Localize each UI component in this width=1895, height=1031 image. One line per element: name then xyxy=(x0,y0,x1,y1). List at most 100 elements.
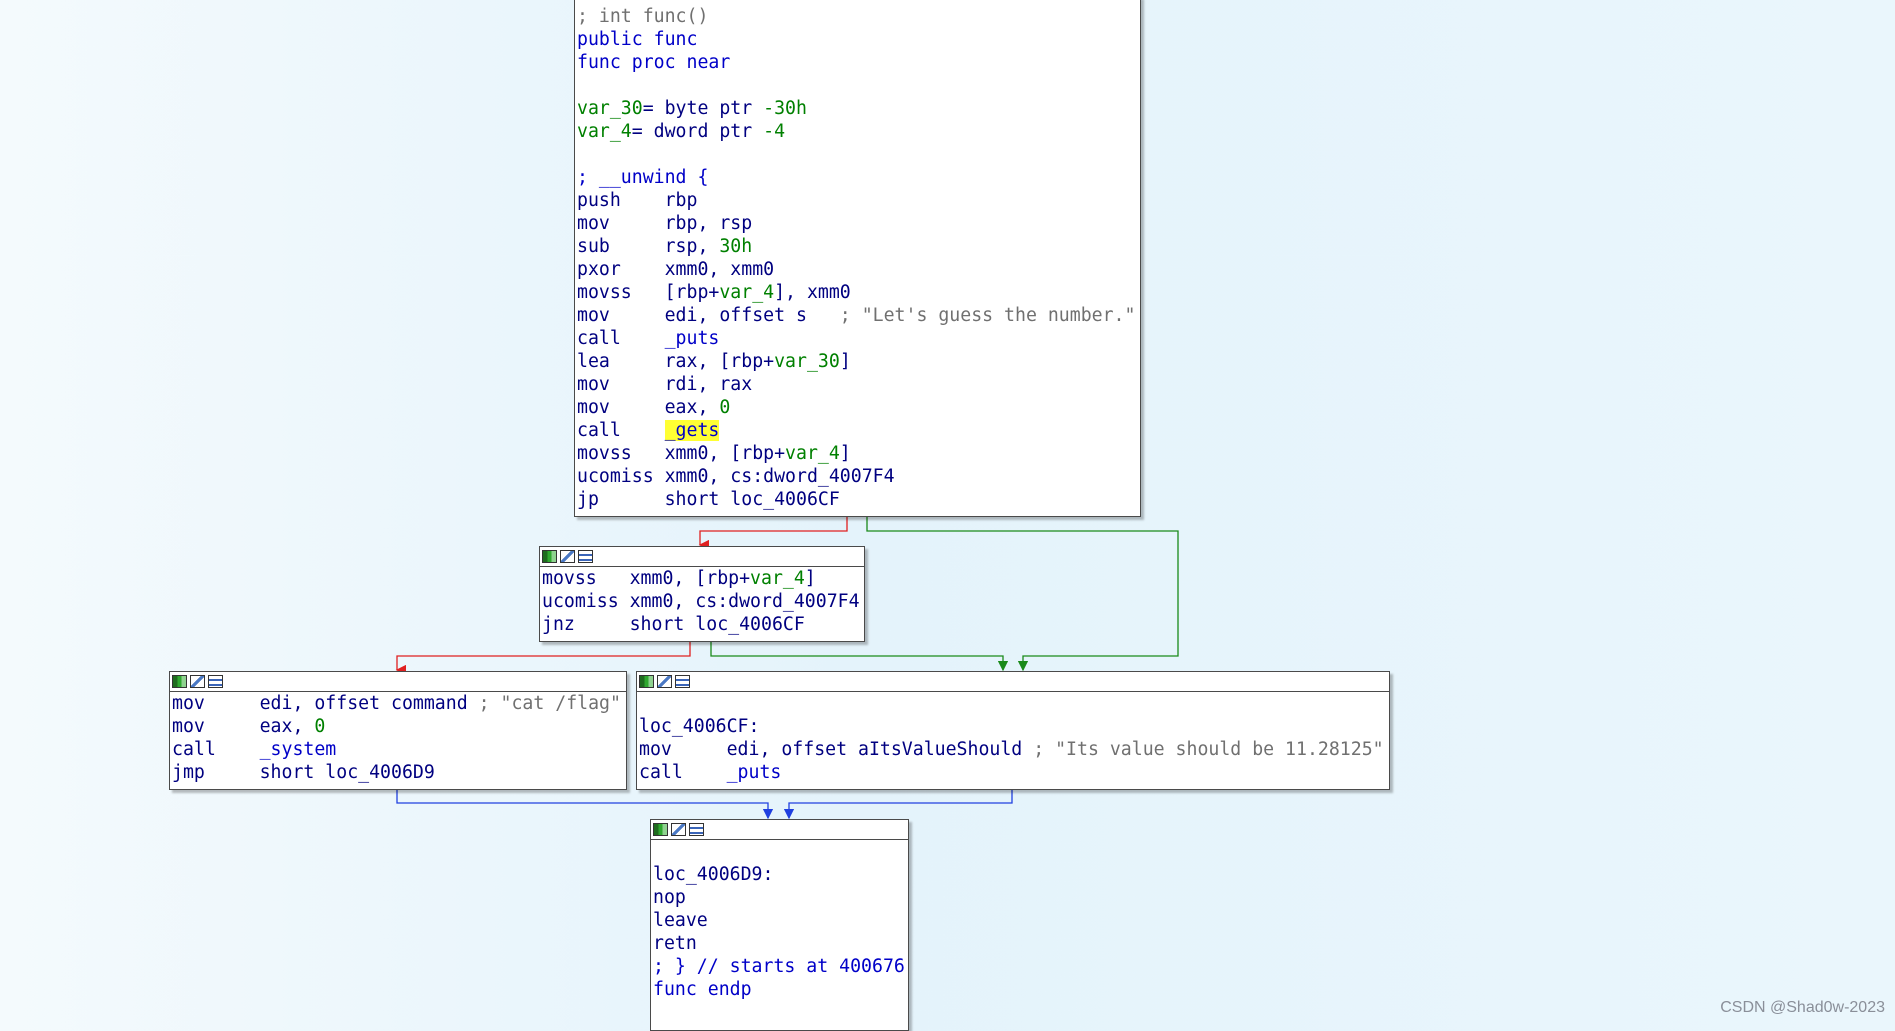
asm-token: var_4 xyxy=(785,443,840,464)
asm-token: _puts xyxy=(664,328,720,349)
node-header xyxy=(651,820,908,840)
node-header xyxy=(637,672,1389,692)
asm-line[interactable]: mov edi, offset command ; "cat /flag" xyxy=(172,692,626,715)
xrefs-icon[interactable] xyxy=(689,823,704,836)
asm-token: 0 xyxy=(314,716,326,737)
asm-token: _system xyxy=(259,739,337,760)
asm-token: ] xyxy=(804,568,816,589)
asm-line[interactable]: push rbp xyxy=(577,189,1140,212)
asm-token: loc_4006D9: xyxy=(653,864,774,885)
asm-line[interactable]: ucomiss xmm0, cs:dword_4007F4 xyxy=(542,590,864,613)
asm-token: jnz short loc_4006CF xyxy=(542,614,805,635)
graph-color-icon[interactable] xyxy=(653,823,668,836)
asm-token: = dword ptr xyxy=(631,121,764,142)
xrefs-icon[interactable] xyxy=(578,550,593,563)
asm-token: ], xmm0 xyxy=(774,282,851,303)
asm-token: 0 xyxy=(719,397,731,418)
func-code: ; int func() public func func proc near var… xyxy=(575,0,1140,511)
asm-line[interactable] xyxy=(639,692,1389,715)
asm-line[interactable] xyxy=(577,74,1140,97)
asm-line[interactable]: retn xyxy=(653,932,908,955)
graph-color-icon[interactable] xyxy=(542,550,557,563)
asm-line[interactable]: nop xyxy=(653,886,908,909)
asm-token: movss xmm0, [rbp+ xyxy=(577,443,786,464)
asm-token: mov rdi, rax xyxy=(577,374,753,395)
asm-token: ] xyxy=(839,351,851,372)
asm-line[interactable]: ; } // starts at 400676 xyxy=(653,955,908,978)
asm-token: -4 xyxy=(763,121,786,142)
asm-token: var_4 xyxy=(719,282,775,303)
asm-line[interactable]: mov edi, offset aItsValueShould ; "Its v… xyxy=(639,738,1389,761)
asm-token: _gets xyxy=(664,420,720,441)
asm-token: mov eax, xyxy=(172,716,315,737)
xrefs-icon[interactable] xyxy=(675,675,690,688)
asm-line[interactable]: mov eax, 0 xyxy=(577,396,1140,419)
asm-line[interactable]: mov rbp, rsp xyxy=(577,212,1140,235)
graph-node-loc-4006cf[interactable]: loc_4006CF: mov edi, offset aItsValueShou… xyxy=(636,671,1390,790)
asm-line[interactable]: ucomiss xmm0, cs:dword_4007F4 xyxy=(577,465,1140,488)
asm-line[interactable]: ; int func() xyxy=(577,5,1140,28)
asm-token: 30h xyxy=(719,236,753,257)
asm-token: var_30 xyxy=(774,351,840,372)
asm-line[interactable] xyxy=(577,143,1140,166)
asm-line[interactable]: call _puts xyxy=(577,327,1140,350)
edge-jump-fail-to-end xyxy=(783,789,1013,820)
asm-token: sub rsp, xyxy=(577,236,720,257)
graph-color-icon[interactable] xyxy=(172,675,187,688)
asm-line[interactable]: var_4= dword ptr -4 xyxy=(577,120,1140,143)
asm-line[interactable]: movss xmm0, [rbp+var_4] xyxy=(577,442,1140,465)
asm-line[interactable]: pxor xmm0, xmm0 xyxy=(577,258,1140,281)
asm-line[interactable]: leave xyxy=(653,909,908,932)
asm-line[interactable] xyxy=(653,840,908,863)
asm-token: leave xyxy=(653,910,708,931)
asm-line[interactable]: call _system xyxy=(172,738,626,761)
asm-token: var_4 xyxy=(750,568,805,589)
rename-icon[interactable] xyxy=(657,675,672,688)
asm-token: call xyxy=(639,762,727,783)
asm-token: _puts xyxy=(726,762,782,783)
asm-line[interactable]: lea rax, [rbp+var_30] xyxy=(577,350,1140,373)
asm-line[interactable]: var_30= byte ptr -30h xyxy=(577,97,1140,120)
xrefs-icon[interactable] xyxy=(208,675,223,688)
asm-token: ucomiss xmm0, cs:dword_4007F4 xyxy=(577,466,895,487)
asm-line[interactable]: mov edi, offset s ; "Let's guess the num… xyxy=(577,304,1140,327)
asm-token: pxor xmm0, xmm0 xyxy=(577,259,775,280)
asm-token: loc_4006CF: xyxy=(639,716,760,737)
asm-token: ; } // starts at 400676 xyxy=(653,956,905,977)
asm-line[interactable]: movss xmm0, [rbp+var_4] xyxy=(542,567,864,590)
watermark: CSDN @Shad0w-2023 xyxy=(1720,999,1885,1016)
asm-line[interactable]: jp short loc_4006CF xyxy=(577,488,1140,511)
asm-token: mov edi, offset s xyxy=(577,305,840,326)
asm-token: func proc near xyxy=(577,52,731,73)
asm-token: movss [rbp+ xyxy=(577,282,720,303)
asm-line[interactable]: mov rdi, rax xyxy=(577,373,1140,396)
asm-line[interactable]: func endp xyxy=(653,978,908,1001)
rename-icon[interactable] xyxy=(190,675,205,688)
asm-line[interactable]: call _puts xyxy=(639,761,1389,784)
asm-line[interactable]: call _gets xyxy=(577,419,1140,442)
rename-icon[interactable] xyxy=(560,550,575,563)
asm-token: ; "Its value should be 11.28125" xyxy=(1033,739,1384,760)
asm-token: func endp xyxy=(653,979,752,1000)
asm-line[interactable]: ; __unwind { xyxy=(577,166,1140,189)
asm-token: -30h xyxy=(763,98,807,119)
graph-node-loc-4006d9[interactable]: loc_4006D9: nop leave retn; } // starts at … xyxy=(650,819,909,1031)
graph-node-func[interactable]: ; int func() public func func proc near var… xyxy=(574,0,1141,517)
graph-color-icon[interactable] xyxy=(639,675,654,688)
asm-line[interactable]: jmp short loc_4006D9 xyxy=(172,761,626,784)
rename-icon[interactable] xyxy=(671,823,686,836)
asm-line[interactable]: loc_4006D9: xyxy=(653,863,908,886)
asm-line[interactable]: func proc near xyxy=(577,51,1140,74)
graph-node-cmp[interactable]: movss xmm0, [rbp+var_4] ucomiss xmm0, cs:… xyxy=(539,546,865,642)
asm-line[interactable]: mov eax, 0 xyxy=(172,715,626,738)
asm-line[interactable]: jnz short loc_4006CF xyxy=(542,613,864,636)
fail-code: loc_4006CF: mov edi, offset aItsValueShou… xyxy=(637,692,1389,784)
asm-line[interactable]: sub rsp, 30h xyxy=(577,235,1140,258)
graph-node-flag[interactable]: mov edi, offset command ; "cat /flag" mov… xyxy=(169,671,627,790)
asm-token: lea rax, [rbp+ xyxy=(577,351,775,372)
end-code: loc_4006D9: nop leave retn; } // starts at … xyxy=(651,840,908,1001)
asm-line[interactable]: public func xyxy=(577,28,1140,51)
asm-line[interactable]: loc_4006CF: xyxy=(639,715,1389,738)
asm-token: ; int func() xyxy=(577,6,709,27)
asm-line[interactable]: movss [rbp+var_4], xmm0 xyxy=(577,281,1140,304)
